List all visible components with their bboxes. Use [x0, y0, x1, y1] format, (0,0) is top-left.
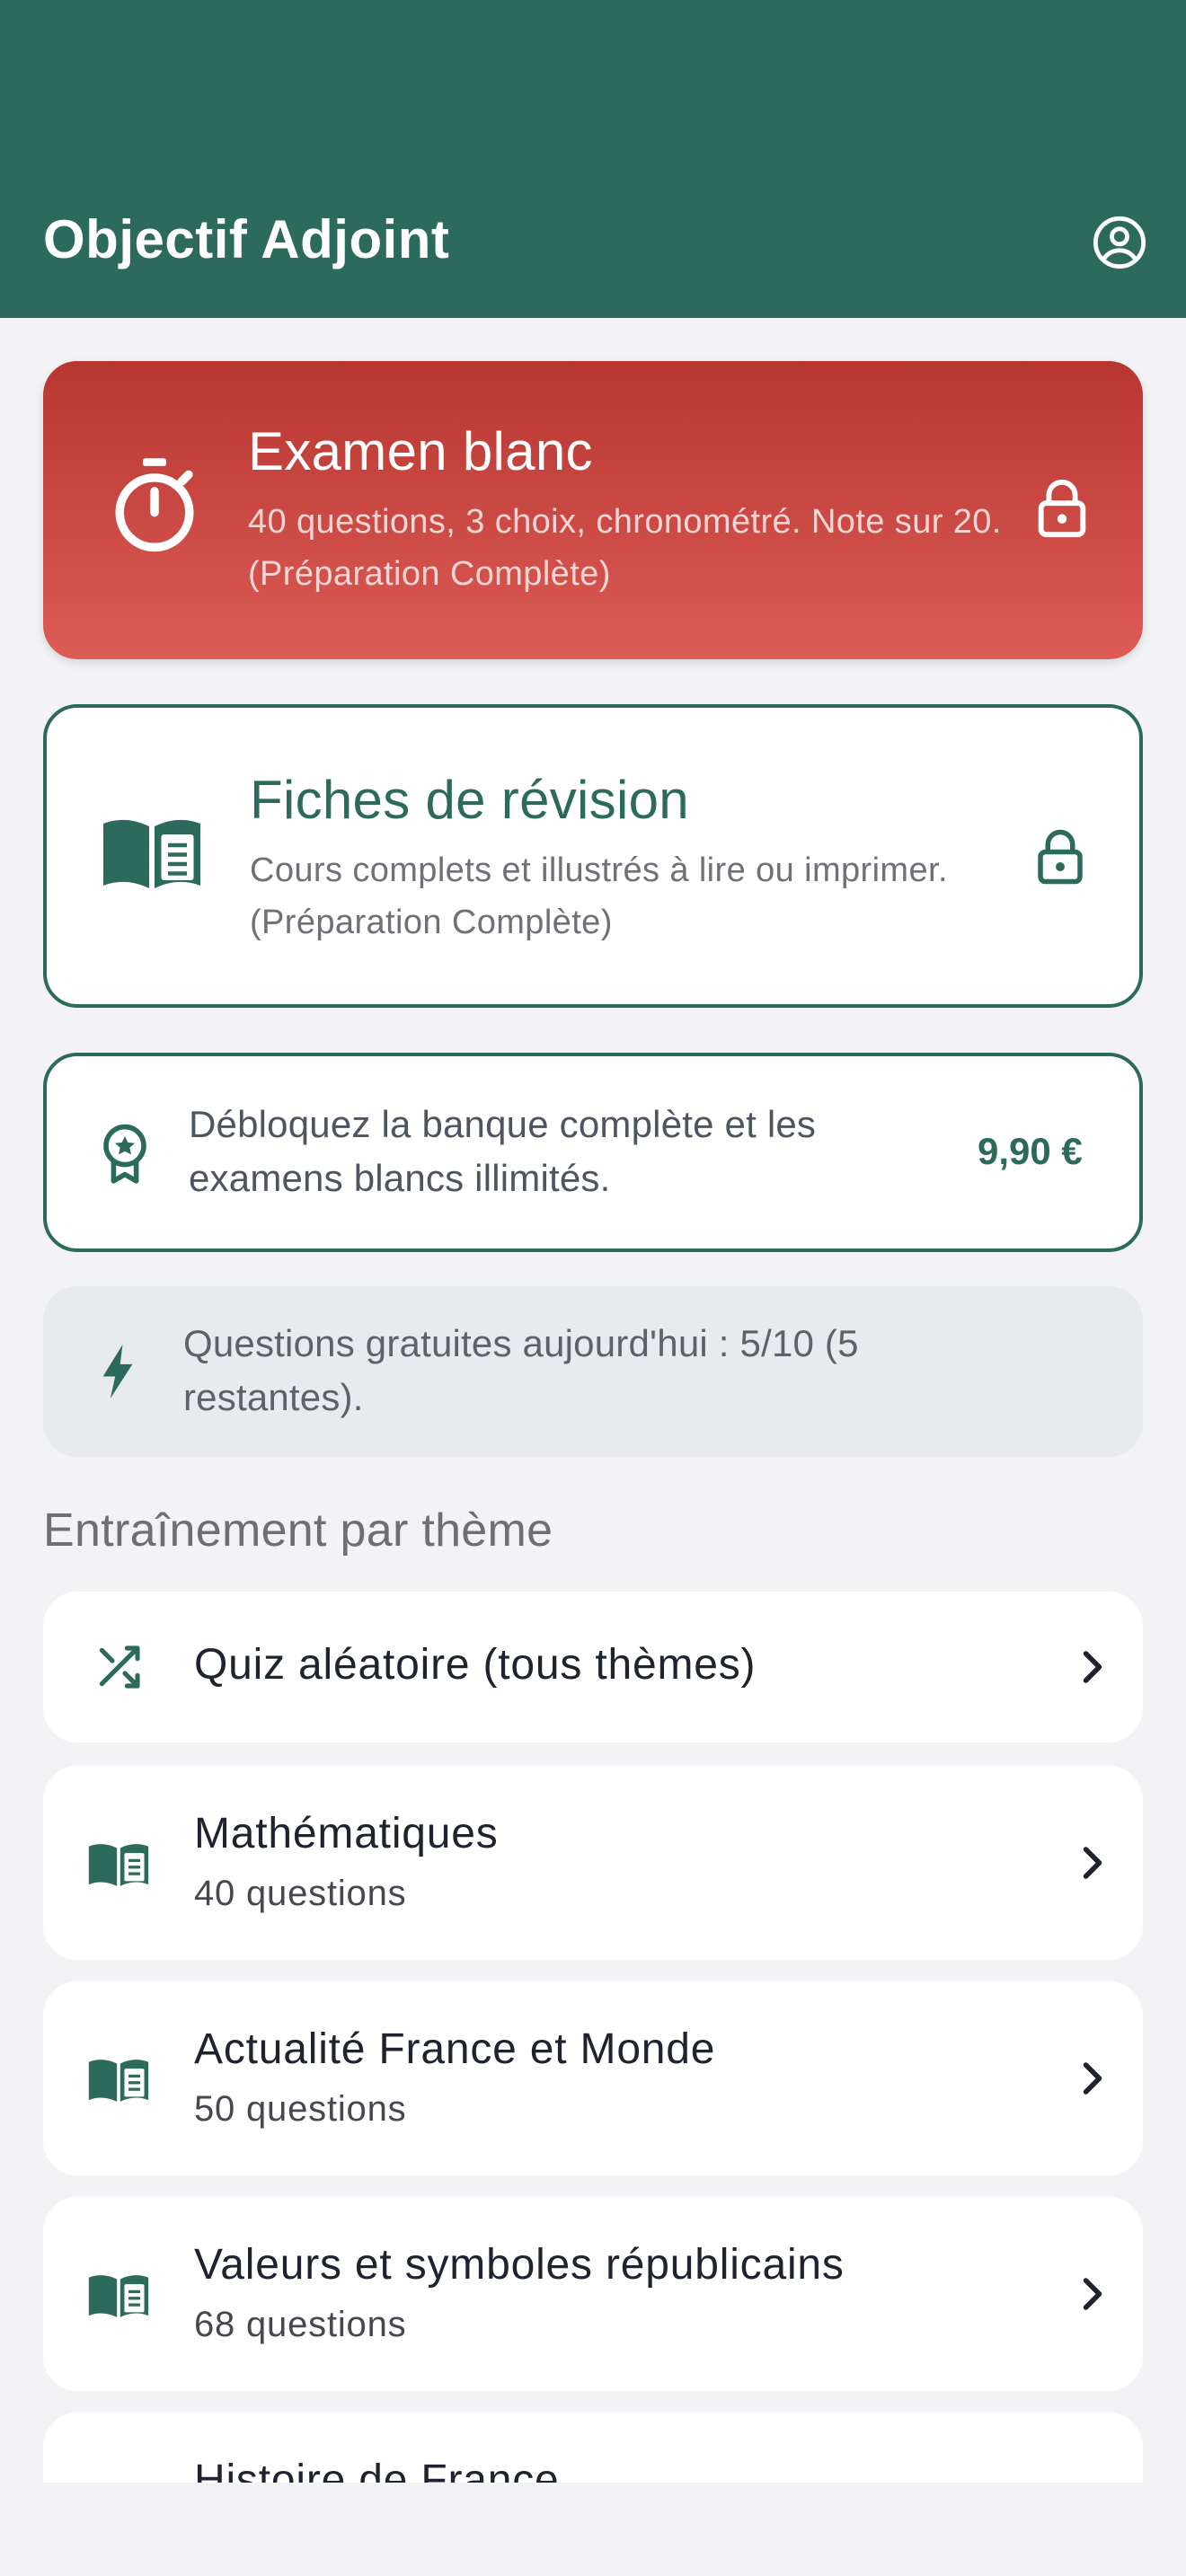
- free-questions-banner: Questions gratuites aujourd'hui : 5/10 (…: [43, 1286, 1143, 1457]
- theme-count: 68 questions: [194, 2305, 407, 2344]
- theme-count: 40 questions: [194, 1874, 407, 1913]
- lightning-icon: [95, 1342, 140, 1401]
- theme-name: Quiz aléatoire (tous thèmes): [194, 1641, 757, 1689]
- stopwatch-icon: [101, 451, 208, 559]
- app-bar: Objectif Adjoint: [0, 0, 1186, 318]
- lock-icon: [1024, 821, 1096, 893]
- shuffle-icon: [86, 1635, 151, 1699]
- book-icon: [86, 2055, 151, 2105]
- screen-content: Objectif Adjoint Examen blanc 40 questio…: [0, 0, 1186, 2483]
- chevron-right-icon: [1067, 1640, 1118, 1694]
- award-badge-icon: [93, 1121, 156, 1186]
- free-questions-text: Questions gratuites aujourd'hui : 5/10 (…: [183, 1322, 859, 1418]
- chevron-right-icon: [1067, 2051, 1118, 2105]
- revision-sheets-card[interactable]: Fiches de révision Cours complets et ill…: [43, 704, 1143, 1008]
- exam-title: Examen blanc: [248, 421, 593, 481]
- account-button[interactable]: [1089, 212, 1150, 273]
- open-book-icon: [99, 808, 205, 898]
- book-icon: [86, 1839, 151, 1890]
- chevron-right-icon: [1067, 2267, 1118, 2321]
- premium-price: 9,90 €: [978, 1130, 1083, 1172]
- theme-count: 50 questions: [194, 2089, 407, 2129]
- theme-name: Mathématiques: [194, 1810, 499, 1857]
- theme-name: Valeurs et symboles républicains: [194, 2241, 845, 2289]
- theme-item-histoire[interactable]: Histoire de France: [43, 2413, 1143, 2483]
- premium-text: Débloquez la banque complète et les exam…: [189, 1103, 817, 1199]
- app-title: Objectif Adjoint: [43, 209, 450, 269]
- exam-description: 40 questions, 3 choix, chronométré. Note…: [248, 503, 1002, 593]
- lock-icon: [1026, 472, 1098, 544]
- revision-sheets-description: Cours complets et illustrés à lire ou im…: [250, 851, 948, 941]
- exam-card[interactable]: Examen blanc 40 questions, 3 choix, chro…: [43, 361, 1143, 659]
- chevron-right-icon: [1067, 1836, 1118, 1890]
- revision-sheets-title: Fiches de révision: [250, 770, 689, 830]
- premium-unlock-card[interactable]: Débloquez la banque complète et les exam…: [43, 1053, 1143, 1252]
- theme-item-mathematiques[interactable]: Mathématiques 40 questions: [43, 1766, 1143, 1960]
- theme-name: Histoire de France: [194, 2457, 560, 2483]
- theme-item-valeurs-symboles[interactable]: Valeurs et symboles républicains 68 ques…: [43, 2197, 1143, 2391]
- theme-name: Actualité France et Monde: [194, 2025, 716, 2073]
- book-icon: [86, 2271, 151, 2321]
- theme-item-random-quiz[interactable]: Quiz aléatoire (tous thèmes): [43, 1592, 1143, 1742]
- section-title: Entraînement par thème: [43, 1504, 553, 1557]
- account-circle-icon: [1093, 216, 1146, 269]
- theme-item-actualite[interactable]: Actualité France et Monde 50 questions: [43, 1981, 1143, 2175]
